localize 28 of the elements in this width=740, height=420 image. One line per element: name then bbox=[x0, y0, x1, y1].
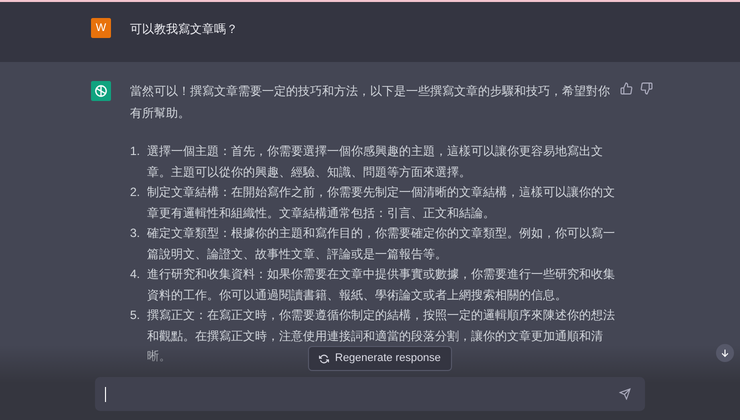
down-arrow-icon bbox=[720, 348, 730, 358]
list-number: 3. bbox=[130, 225, 142, 242]
list-item-text: 撰寫正文：在寫正文時，你需要遵循你制定的結構，按照一定的邏輯順序來陳述你的想法 bbox=[147, 307, 615, 324]
regenerate-button[interactable]: Regenerate response bbox=[308, 346, 452, 371]
list-item-text: 章更有邏輯性和組織性。文章結構通常包括：引言、正文和結論。 bbox=[147, 204, 495, 222]
list-item-text: 進行研究和收集資料：如果你需要在文章中提供事實或數據，你需要進行一些研究和收集 bbox=[147, 266, 615, 283]
thumbs-down-icon[interactable] bbox=[640, 82, 653, 95]
list-item-text: 確定文章類型：根據你的主題和寫作目的，你需要確定你的文章類型。例如，你可以寫一 bbox=[147, 225, 615, 242]
list-number: 4. bbox=[130, 266, 142, 283]
thumbs-up-icon[interactable] bbox=[620, 82, 633, 95]
scroll-down-button[interactable] bbox=[716, 344, 734, 362]
user-message: 可以教我寫文章嗎？ bbox=[130, 21, 238, 38]
list-item-text: 篇說明文、論證文、故事性文章、評論或是一篇報告等。 bbox=[147, 246, 447, 262]
message-input[interactable] bbox=[95, 377, 645, 411]
list-item-text: 章。主題可以從你的興趣、經驗、知識、問題等方面來選擇。 bbox=[147, 164, 471, 180]
list-item-text: 資料的工作。你可以通過閱讀書籍、報紙、學術論文或者上網搜索相關的信息。 bbox=[147, 286, 567, 304]
list-number: 1. bbox=[130, 143, 142, 160]
list-number: 2. bbox=[130, 184, 142, 201]
list-number: 5. bbox=[130, 307, 142, 324]
assistant-message: 當然可以！撰寫文章需要一定的技巧和方法，以下是一些撰寫文章的步驟和技巧，希望對你有所幫助。 bbox=[130, 83, 610, 122]
send-icon[interactable] bbox=[619, 388, 631, 400]
list-item-text: 晰。 bbox=[147, 348, 171, 365]
list-item-text: 選擇一個主題：首先，你需要選擇一個你感興趣的主題，這樣可以讓你更容易地寫出文 bbox=[147, 143, 603, 160]
assistant-logo-icon bbox=[91, 81, 111, 101]
refresh-icon bbox=[319, 354, 329, 364]
list-item-text: 和觀點。在撰寫正文時，注意使用連接詞和適當的段落分割，讓你的文章更加通順和清 bbox=[147, 328, 603, 344]
user-avatar: W bbox=[91, 18, 111, 38]
list-item-text: 制定文章結構：在開始寫作之前，你需要先制定一個清晰的文章結構，這樣可以讓你的文 bbox=[147, 184, 615, 201]
